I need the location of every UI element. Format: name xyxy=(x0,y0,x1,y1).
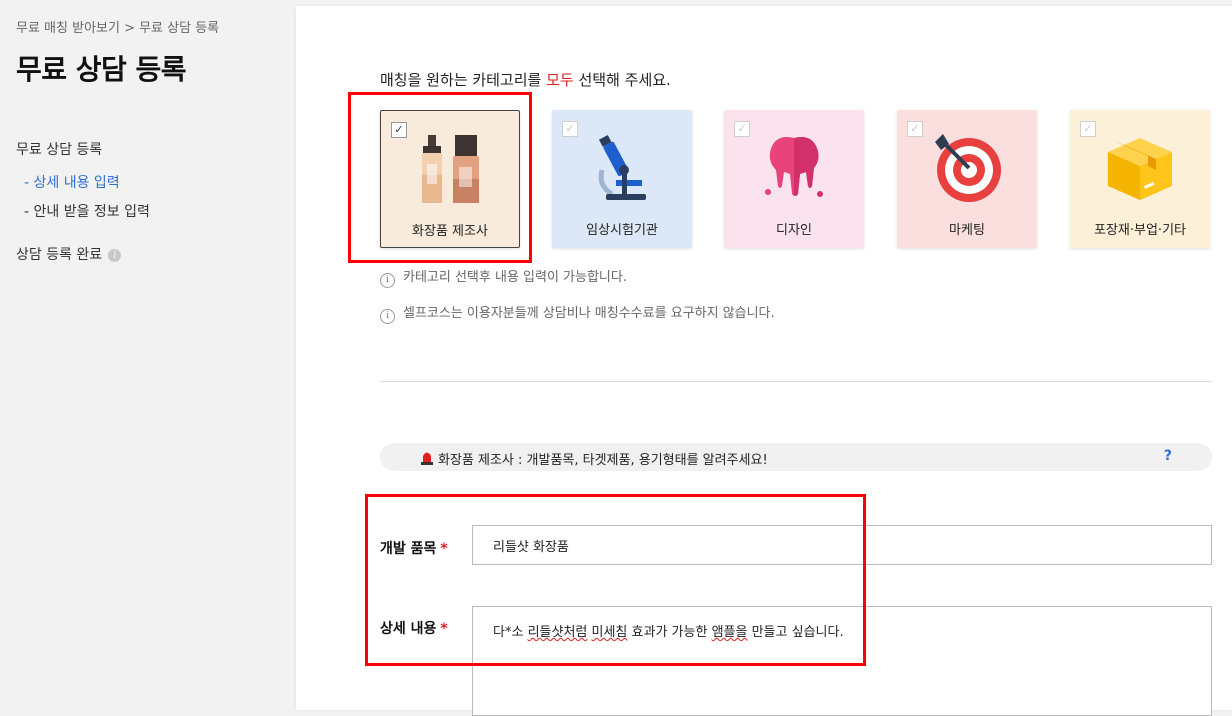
info-circle-icon: i xyxy=(380,309,395,324)
spellcheck-word: 앰플을 xyxy=(711,625,748,640)
info-circle-icon: i xyxy=(380,273,395,288)
required-mark: * xyxy=(440,541,448,557)
info-note: i 카테고리 선택후 내용 입력이 가능합니다. xyxy=(380,266,627,288)
category-checkbox[interactable]: ✓ xyxy=(562,121,578,137)
category-instruction: 매칭을 원하는 카테고리를 모두 선택해 주세요. xyxy=(380,69,671,90)
category-label: 마케팅 xyxy=(949,223,985,238)
paint-drip-icon xyxy=(765,137,823,197)
box-icon xyxy=(1108,138,1172,200)
banner-text: 화장품 제조사 : 개발품목, 타겟제품, 용기형태를 알려주세요! xyxy=(438,453,768,468)
category-card-clinical-trial[interactable]: ✓ 임상시험기관 xyxy=(552,110,692,248)
product-label-text: 개발 품목 xyxy=(380,541,437,557)
info-note: i 셀프코스는 이용자분들께 상담비나 매칭수수료를 요구하지 않습니다. xyxy=(380,302,775,324)
instruction-highlight: 모두 xyxy=(546,71,574,89)
spellcheck-word: 미세침 xyxy=(591,625,628,640)
nav-sub-detail-input[interactable]: - 상세 내용 입력 xyxy=(24,172,120,192)
help-button[interactable]: ? xyxy=(1164,448,1172,464)
category-card-packaging-etc[interactable]: ✓ 포장재·부업·기타 xyxy=(1070,110,1210,248)
nav-section-complete[interactable]: 상담 등록 완료 i xyxy=(16,244,122,264)
instruction-text-end: 선택해 주세요. xyxy=(573,71,671,89)
nav-sub-contact-info[interactable]: - 안내 받을 정보 입력 xyxy=(24,201,150,221)
category-guide-banner: 화장품 제조사 : 개발품목, 타겟제품, 용기형태를 알려주세요! ? xyxy=(380,443,1212,471)
siren-icon xyxy=(421,452,433,465)
category-checkbox[interactable]: ✓ xyxy=(1080,121,1096,137)
detail-text: 만들고 싶습니다. xyxy=(747,625,844,640)
category-label: 화장품 제조사 xyxy=(412,224,488,239)
cosmetics-bottles-icon xyxy=(422,135,479,203)
target-dart-icon xyxy=(935,134,1001,202)
info-note-text: 셀프코스는 이용자분들께 상담비나 매칭수수료를 요구하지 않습니다. xyxy=(403,306,775,321)
page-title: 무료 상담 등록 xyxy=(16,53,187,86)
category-label: 임상시험기관 xyxy=(586,223,658,238)
detail-text: 다*소 xyxy=(493,625,528,640)
detail-text: 효과가 가능한 xyxy=(627,625,712,640)
detail-textarea[interactable]: 다*소 리들샷처럼 미세침 효과가 가능한 앰플을 만들고 싶습니다. xyxy=(472,606,1212,716)
spellcheck-word: 리들샷처럼 xyxy=(527,625,588,640)
info-note-text: 카테고리 선택후 내용 입력이 가능합니다. xyxy=(403,270,627,285)
product-field-label: 개발 품목 * xyxy=(380,538,448,558)
product-input[interactable]: 리들샷 화장품 xyxy=(472,525,1212,565)
breadcrumb[interactable]: 무료 매칭 받아보기 > 무료 상담 등록 xyxy=(16,17,219,36)
category-checkbox[interactable]: ✓ xyxy=(734,121,750,137)
instruction-text: 매칭을 원하는 카테고리를 xyxy=(380,71,547,89)
nav-section-complete-label: 상담 등록 완료 xyxy=(16,247,103,263)
required-mark: * xyxy=(440,621,448,637)
category-card-marketing[interactable]: ✓ 마케팅 xyxy=(897,110,1037,248)
category-checkbox[interactable]: ✓ xyxy=(391,122,407,138)
category-card-cosmetics-maker[interactable]: ✓ 화장품 제조사 xyxy=(380,110,520,248)
microscope-icon xyxy=(598,135,646,200)
sidebar: 무료 매칭 받아보기 > 무료 상담 등록 무료 상담 등록 무료 상담 등록 … xyxy=(0,0,296,710)
category-label: 포장재·부업·기타 xyxy=(1094,223,1186,238)
category-checkbox[interactable]: ✓ xyxy=(907,121,923,137)
detail-label-text: 상세 내용 xyxy=(380,621,437,637)
category-card-design[interactable]: ✓ 디자인 xyxy=(724,110,864,248)
detail-field-label: 상세 내용 * xyxy=(380,618,448,638)
category-label: 디자인 xyxy=(776,223,812,238)
section-divider xyxy=(380,381,1212,382)
info-icon[interactable]: i xyxy=(108,248,122,262)
main-panel: 매칭을 원하는 카테고리를 모두 선택해 주세요. ✓ 화장품 제조사 ✓ 임상… xyxy=(296,6,1232,716)
nav-section-consult-register[interactable]: 무료 상담 등록 xyxy=(16,139,102,159)
